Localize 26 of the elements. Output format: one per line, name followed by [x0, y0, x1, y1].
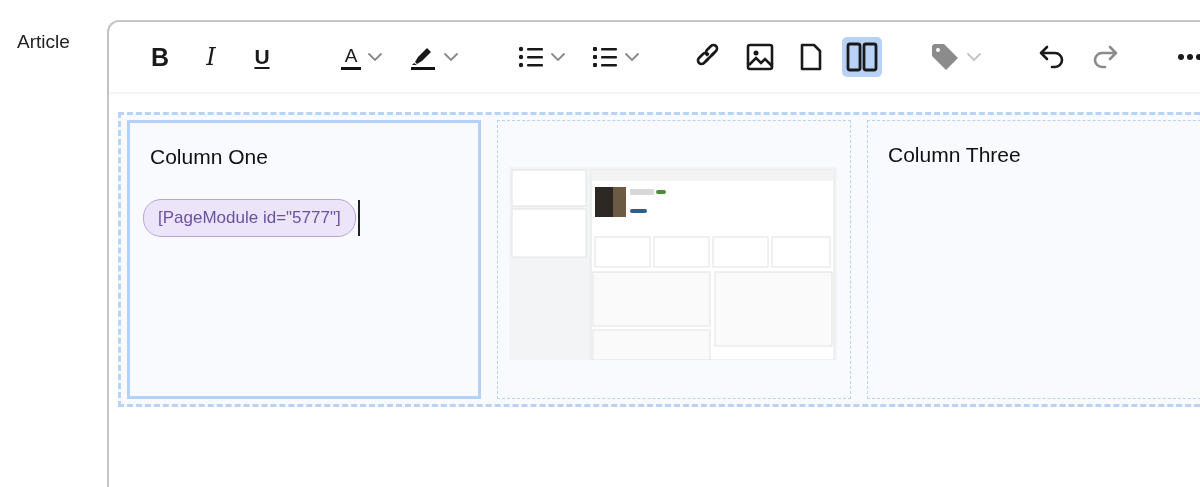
- chevron-down-icon: [624, 52, 640, 62]
- column[interactable]: Column One [PageModule id="5777"]: [127, 120, 481, 399]
- column-title: Column Three: [888, 143, 1021, 167]
- italic-button[interactable]: I: [191, 37, 231, 77]
- field-label: Article: [17, 31, 71, 53]
- redo-icon: [1091, 44, 1119, 70]
- underline-button[interactable]: U: [242, 37, 282, 77]
- bold-button[interactable]: B: [140, 37, 180, 77]
- chevron-down-icon: [443, 52, 459, 62]
- more-icon: [1177, 53, 1200, 61]
- column[interactable]: Column Three: [867, 120, 1200, 399]
- text-cursor: [357, 200, 360, 236]
- tag-icon: [930, 42, 960, 72]
- column-title: Column One: [150, 145, 268, 169]
- columns-button[interactable]: [842, 37, 882, 77]
- bullet-list-icon: [518, 45, 544, 69]
- columns-icon: [846, 42, 878, 72]
- font-color-button[interactable]: A: [329, 37, 395, 77]
- chevron-down-icon: [550, 52, 566, 62]
- undo-icon: [1038, 44, 1066, 70]
- image-icon: [746, 43, 774, 71]
- numbered-list-icon: [592, 45, 618, 69]
- file-icon: [799, 43, 823, 71]
- chevron-down-icon: [966, 52, 982, 62]
- shortcode-chip: [PageModule id="5777"]: [143, 199, 356, 237]
- chevron-down-icon: [367, 52, 384, 62]
